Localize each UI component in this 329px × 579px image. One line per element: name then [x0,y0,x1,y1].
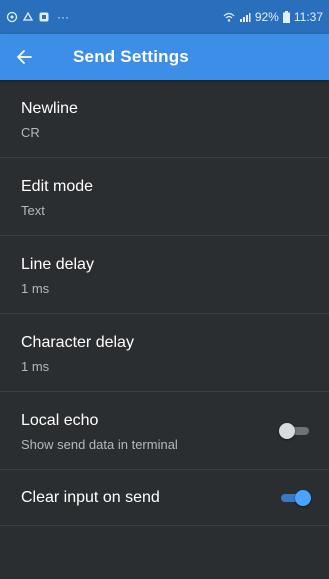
setting-line-delay[interactable]: Line delay 1 ms [0,236,329,314]
status-left: ··· [6,10,69,24]
setting-edit-mode[interactable]: Edit mode Text [0,158,329,236]
setting-value: CR [21,125,40,140]
setting-title: Newline [21,100,78,117]
signal-icon [239,13,251,22]
setting-character-delay[interactable]: Character delay 1 ms [0,314,329,392]
settings-list: Newline CR Edit mode Text Line delay 1 m… [0,80,329,526]
setting-value: Show send data in terminal [21,437,178,452]
toggle-thumb [295,490,311,506]
app-bar: Send Settings [0,34,329,80]
arrow-left-icon [17,50,32,64]
sync-icon [6,11,18,23]
page-title: Send Settings [73,47,189,66]
status-right: 92% 11:37 [223,10,323,24]
setting-title: Local echo [21,412,99,429]
back-button[interactable] [0,34,48,80]
clear-input-toggle[interactable] [281,490,311,506]
setting-title: Clear input on send [21,489,160,506]
setting-value: 1 ms [21,359,50,374]
alarm-icon [22,11,34,21]
more-dots-icon: ··· [57,10,69,24]
battery-percent: 92% [254,10,279,24]
setting-value: Text [21,203,45,218]
setting-newline[interactable]: Newline CR [0,80,329,158]
setting-title: Character delay [21,334,134,351]
app-icon [39,12,49,22]
local-echo-toggle[interactable] [279,423,309,439]
wifi-icon [223,12,235,22]
clock: 11:37 [293,10,323,24]
setting-title: Edit mode [21,178,94,195]
setting-clear-input-on-send[interactable]: Clear input on send [0,470,329,526]
setting-title: Line delay [21,256,94,273]
battery-icon [282,11,290,23]
status-bar: ··· 92% 11:37 [0,0,329,34]
setting-local-echo[interactable]: Local echo Show send data in terminal [0,392,329,470]
setting-value: 1 ms [21,281,50,296]
toggle-thumb [279,423,295,439]
